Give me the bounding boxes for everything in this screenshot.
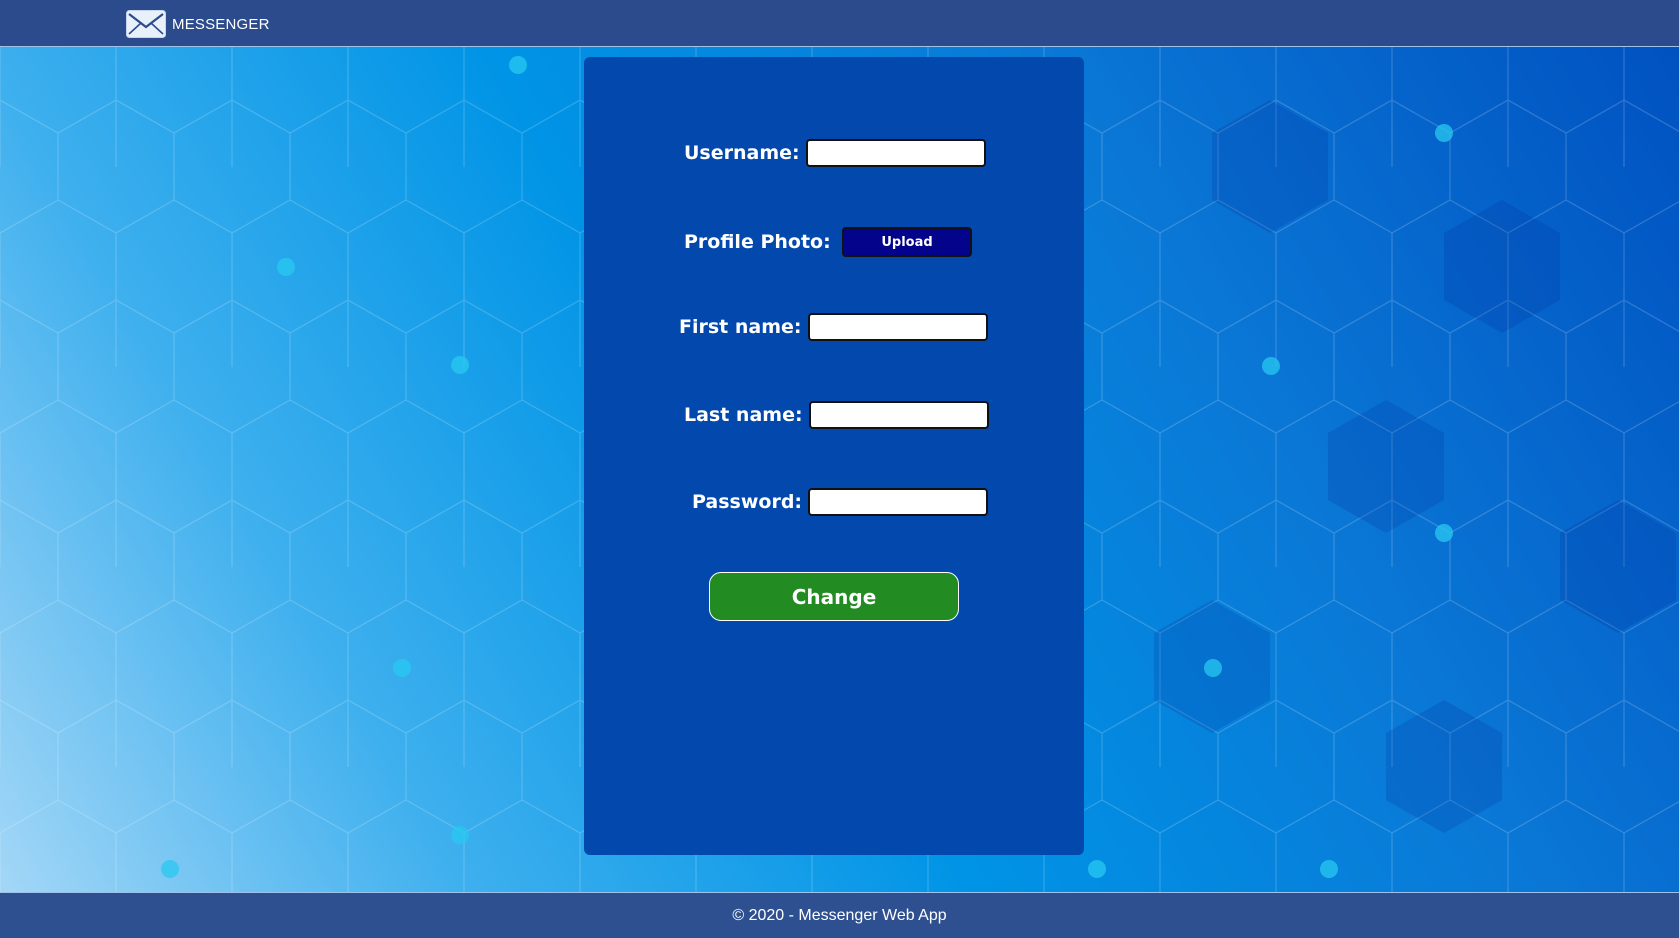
first-name-input[interactable] bbox=[807, 313, 988, 341]
page-footer: © 2020 - Messenger Web App bbox=[0, 892, 1679, 938]
footer-copyright: © 2020 - Messenger Web App bbox=[732, 906, 947, 924]
last-name-input[interactable] bbox=[808, 401, 989, 429]
username-row: Username: bbox=[684, 139, 986, 167]
username-input[interactable] bbox=[805, 139, 986, 167]
upload-button[interactable]: Upload bbox=[842, 227, 972, 257]
profile-photo-row: Profile Photo: bbox=[684, 227, 831, 257]
password-label: Password: bbox=[692, 491, 803, 513]
username-label: Username: bbox=[684, 142, 800, 164]
first-name-row: First name: bbox=[679, 313, 988, 341]
top-navbar: MESSENGER bbox=[0, 0, 1679, 47]
password-row: Password: bbox=[692, 488, 989, 516]
profile-form-card: Username: Profile Photo: Upload First na… bbox=[584, 57, 1084, 855]
envelope-icon bbox=[126, 10, 166, 38]
profile-photo-label: Profile Photo: bbox=[684, 231, 831, 253]
brand-name: MESSENGER bbox=[172, 15, 270, 33]
change-button[interactable]: Change bbox=[709, 572, 959, 621]
last-name-row: Last name: bbox=[684, 401, 989, 429]
brand-link[interactable]: MESSENGER bbox=[126, 9, 270, 39]
last-name-label: Last name: bbox=[684, 404, 803, 426]
page: MESSENGER Username: Profile Photo: Uploa… bbox=[0, 0, 1679, 938]
first-name-label: First name: bbox=[679, 316, 802, 338]
password-input[interactable] bbox=[808, 488, 989, 516]
